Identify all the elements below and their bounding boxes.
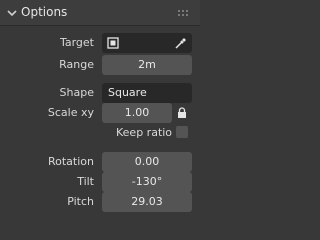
panel-header[interactable]: Options bbox=[0, 0, 200, 26]
range-field[interactable]: 2m bbox=[102, 55, 192, 75]
eyedropper-icon[interactable] bbox=[174, 36, 188, 50]
options-panel: Options Target Range 2m Shape Square Sca… bbox=[0, 0, 200, 223]
shape-value: Square bbox=[108, 86, 147, 99]
shape-label: Shape bbox=[59, 86, 94, 99]
target-field[interactable] bbox=[102, 33, 192, 53]
range-label: Range bbox=[59, 58, 94, 71]
chevron-down-icon[interactable] bbox=[7, 8, 17, 18]
pitch-label: Pitch bbox=[67, 195, 94, 208]
pitch-field[interactable]: 29.03 bbox=[102, 192, 192, 212]
keep-ratio-checkbox[interactable] bbox=[176, 126, 188, 138]
shape-dropdown[interactable]: Square bbox=[102, 83, 192, 103]
tilt-label: Tilt bbox=[77, 175, 94, 188]
lock-icon[interactable] bbox=[177, 107, 187, 119]
scale-xy-field[interactable]: 1.00 bbox=[102, 103, 172, 123]
rotation-label: Rotation bbox=[47, 155, 94, 168]
rotation-field[interactable]: 0.00 bbox=[102, 152, 192, 172]
drag-grip-icon[interactable] bbox=[178, 10, 190, 16]
target-label: Target bbox=[59, 36, 94, 49]
keep-ratio-label: Keep ratio bbox=[116, 126, 173, 139]
panel-title: Options bbox=[21, 5, 68, 19]
scale-xy-label: Scale xy bbox=[47, 106, 94, 119]
square-target-icon bbox=[107, 37, 119, 49]
tilt-field[interactable]: -130° bbox=[102, 172, 192, 192]
